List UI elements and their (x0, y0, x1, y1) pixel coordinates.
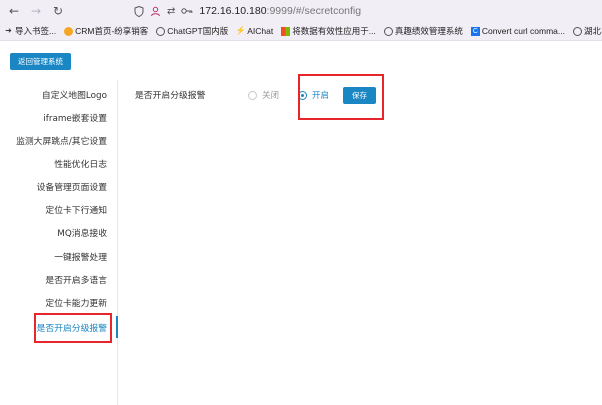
address-bar[interactable]: ⇄ 172.16.10.180:9999/#/secretconfig (134, 2, 361, 20)
bookmark-aichat[interactable]: ⚡ AIChat (236, 26, 273, 36)
bookmark-import[interactable]: ➜ 导入书签... (4, 25, 56, 37)
back-to-admin-button[interactable]: 返回管理系统 (10, 53, 71, 70)
key-icon (181, 7, 193, 15)
shield-icon (134, 5, 144, 17)
sidebar-item-card-notify[interactable]: 定位卡下行通知 (45, 201, 107, 217)
sidebar-item-card-capability[interactable]: 定位卡能力更新 (45, 294, 107, 310)
sidebar: 自定义地图Logo iframe嵌套设置 监测大屏跳点/其它设置 性能优化日志 … (0, 80, 118, 405)
sidebar-item-alarm-handle[interactable]: 一键报警处理 (54, 248, 107, 264)
sidebar-item-device-page[interactable]: 设备管理页面设置 (37, 178, 107, 194)
back-arrow-icon[interactable]: ← (6, 3, 22, 19)
highlight-box-sidebar (34, 313, 112, 343)
bookmark-convert-curl[interactable]: C Convert curl comma... (470, 26, 565, 36)
aichat-icon: ⚡ (235, 26, 246, 35)
setting-label: 是否开启分级报警 (135, 91, 206, 101)
import-icon: ➜ (5, 26, 12, 35)
bookmark-chatgpt[interactable]: ChatGPT国内版 (156, 25, 228, 37)
globe-icon (572, 26, 582, 36)
forward-arrow-icon[interactable]: → (28, 3, 44, 19)
bookmarks-bar: ➜ 导入书签... CRM首页-纷享销客 ChatGPT国内版 ⚡ AIChat… (0, 22, 602, 41)
highlight-box-form (298, 74, 384, 120)
crm-icon (64, 26, 74, 36)
sidebar-item-mq[interactable]: MQ消息接收 (57, 224, 107, 240)
sidebar-item-iframe[interactable]: iframe嵌套设置 (43, 109, 107, 125)
active-indicator (116, 316, 118, 338)
windows-icon (281, 26, 291, 36)
permissions-icon[interactable] (150, 6, 161, 17)
sidebar-item-multi-language[interactable]: 是否开启多语言 (45, 271, 107, 287)
sidebar-item-monitor-screen[interactable]: 监测大屏跳点/其它设置 (16, 132, 107, 148)
url-text[interactable]: 172.16.10.180:9999/#/secretconfig (199, 5, 361, 17)
globe-icon (156, 26, 166, 36)
bookmark-positioning[interactable]: 湖北孚诺林人员定位... (572, 25, 602, 37)
radio-option-off[interactable]: 关闭 (248, 89, 279, 101)
bookmark-data-validation[interactable]: 将数据有效性应用于... (281, 25, 376, 37)
sidebar-item-map-logo[interactable]: 自定义地图Logo (42, 86, 107, 102)
reload-icon[interactable]: ↻ (50, 3, 66, 19)
sidebar-item-performance-log[interactable]: 性能优化日志 (54, 155, 107, 171)
browser-nav-bar: ← → ↻ ⇄ 172.16.10.180:9999/#/secretconfi… (0, 0, 602, 22)
radio-circle[interactable] (248, 90, 257, 100)
tracking-icon: ⇄ (167, 5, 176, 17)
bookmark-performance[interactable]: 真趣绩效管理系统 (383, 25, 463, 37)
convert-icon: C (470, 26, 480, 36)
globe-icon (383, 26, 393, 36)
bookmark-crm[interactable]: CRM首页-纷享销客 (64, 25, 148, 37)
